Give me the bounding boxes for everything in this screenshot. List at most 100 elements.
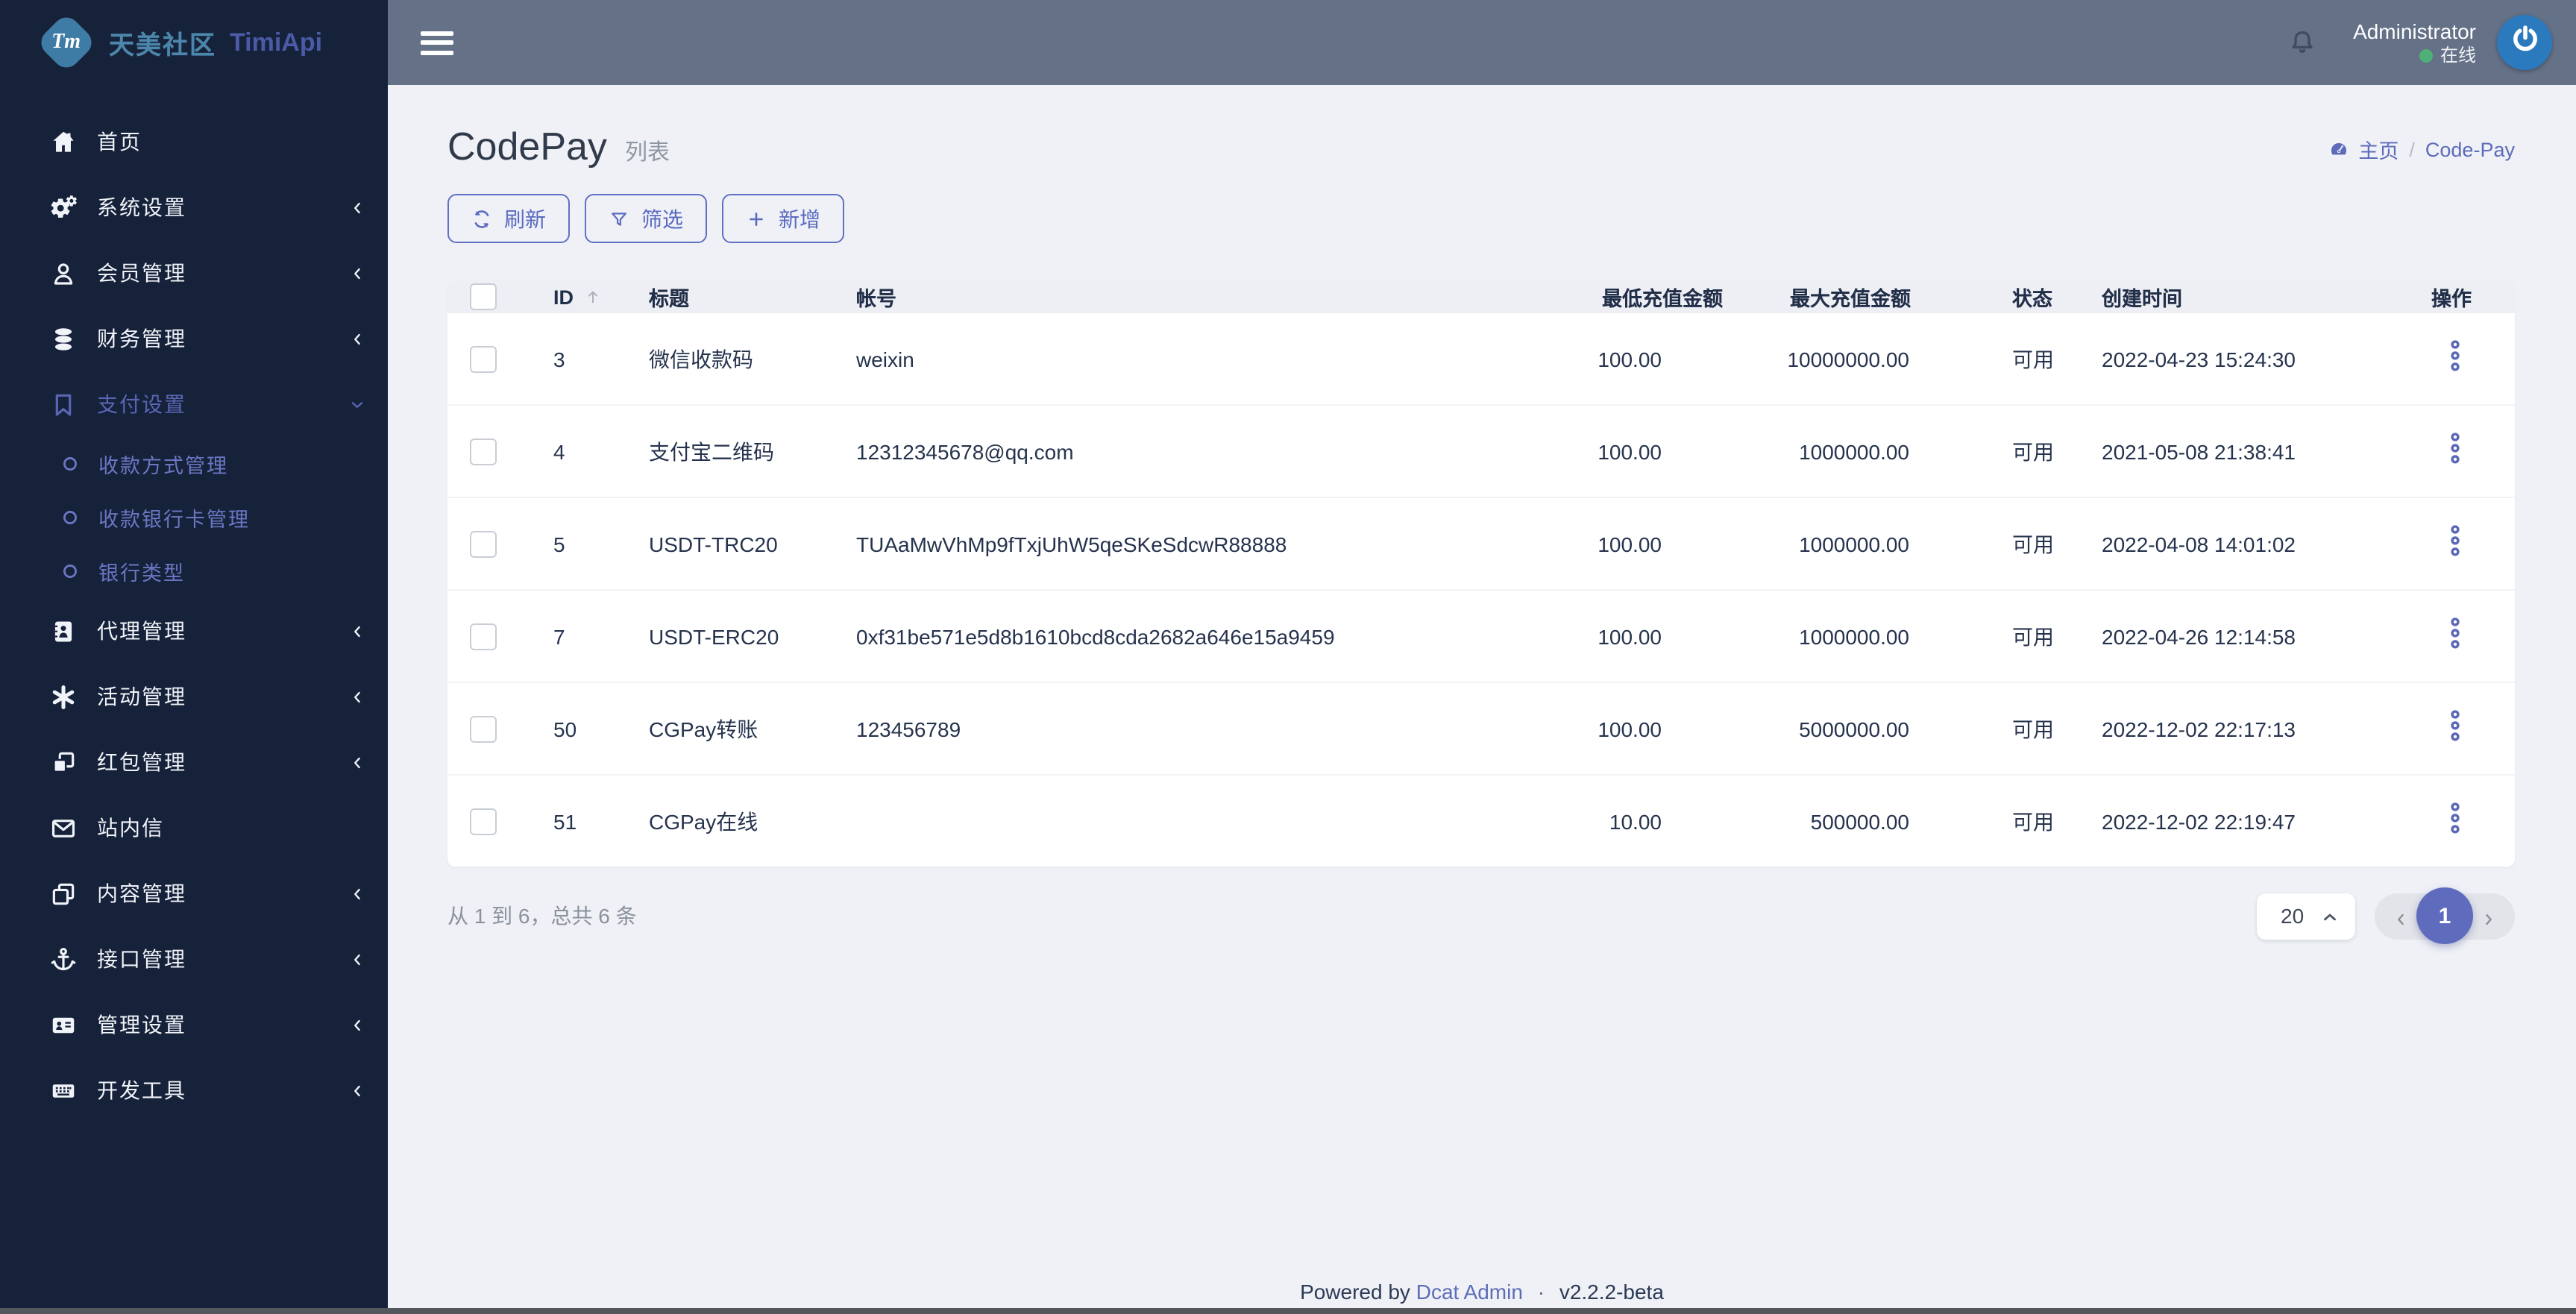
cell-max-amount: 1000000.00 (1754, 404, 2006, 497)
breadcrumb-separator: / (2409, 138, 2415, 160)
row-checkbox-cell (447, 682, 522, 775)
page-title: CodePay (447, 124, 607, 169)
sidebar-item-label: 红包管理 (97, 750, 186, 774)
dot-circle-icon (60, 561, 81, 582)
row-actions-cell (2431, 589, 2515, 682)
next-page-button[interactable] (2481, 908, 2497, 925)
row-actions-button[interactable] (2443, 337, 2467, 376)
data-table-card: ID 标题 帐号 最低充值金额 最大充值金额 状态 创建时间 操作 3 微信收款码 weixin 1… (447, 280, 2515, 867)
home-icon (49, 128, 78, 156)
bookmark-icon (49, 390, 78, 418)
row-actions-button[interactable] (2443, 522, 2467, 561)
column-header: 最低充值金额 (1575, 280, 1754, 313)
row-checkbox[interactable] (470, 345, 497, 373)
user-avatar[interactable] (2497, 15, 2552, 70)
cell-account: 0xf31be571e5d8b1610bcd8cda2682a646e15a94… (829, 589, 1575, 682)
sidebar-item-system-settings[interactable]: 系统设置 (0, 175, 388, 240)
cell-id: 4 (522, 404, 621, 497)
app-logo[interactable]: Tm 天美社区 TimiApi (0, 0, 388, 85)
row-actions-cell (2431, 774, 2515, 867)
filter-button[interactable]: 筛选 (585, 194, 707, 243)
cell-title: USDT-TRC20 (621, 497, 829, 590)
sidebar-subitem-receiving-bank-card-management[interactable]: 收款银行卡管理 (0, 491, 388, 544)
database-icon (49, 324, 78, 353)
table-row: 50 CGPay转账 123456789 100.00 5000000.00 可用 2022… (447, 682, 2515, 775)
chevron-left-icon (349, 330, 365, 347)
cell-max-amount: 500000.00 (1754, 774, 2006, 867)
per-page-selector[interactable]: 20 (2257, 893, 2355, 939)
row-checkbox-cell (447, 774, 522, 867)
power-icon (2508, 22, 2541, 63)
sidebar-subitem-bank-type[interactable]: 银行类型 (0, 544, 388, 598)
sidebar-item-label: 开发工具 (97, 1078, 186, 1102)
breadcrumb-home-link[interactable]: 主页 (2328, 134, 2398, 164)
cell-created-at: 2022-12-02 22:19:47 (2096, 774, 2431, 867)
id-card-icon (49, 1010, 78, 1039)
cell-account (829, 774, 1575, 867)
sidebar-item-home[interactable]: 首页 (0, 109, 388, 175)
chevron-left-icon (349, 1016, 365, 1033)
sidebar-item-payment-settings[interactable]: 支付设置 (0, 371, 388, 437)
cell-status: 可用 (2012, 347, 2054, 371)
chevron-left-icon (349, 951, 365, 967)
footer: Powered by Dcat Admin · v2.2.2-beta (388, 1280, 2576, 1304)
row-actions-button[interactable] (2443, 614, 2467, 653)
cell-min-amount: 100.00 (1575, 497, 1754, 590)
logo-badge-icon: Tm (35, 11, 98, 74)
sidebar-item-finance-management[interactable]: 财务管理 (0, 306, 388, 371)
row-checkbox[interactable] (470, 438, 497, 465)
sort-arrow-up-icon[interactable] (584, 287, 600, 305)
cell-id: 7 (522, 589, 621, 682)
table-body: 3 微信收款码 weixin 100.00 10000000.00 可用 2022-04-2… (447, 313, 2515, 867)
plus-icon (746, 208, 767, 229)
sidebar-item-label: 活动管理 (97, 685, 186, 708)
select-all-checkbox[interactable] (470, 283, 497, 310)
sidebar-subitem-payment-method-management[interactable]: 收款方式管理 (0, 437, 388, 491)
row-actions-button[interactable] (2443, 430, 2467, 468)
sidebar-subitem-label: 收款银行卡管理 (98, 509, 250, 531)
sidebar-item-admin-settings[interactable]: 管理设置 (0, 992, 388, 1057)
column-header: 状态 (2006, 280, 2096, 313)
cell-max-amount: 10000000.00 (1787, 347, 1909, 371)
row-actions-button[interactable] (2443, 707, 2467, 746)
breadcrumb-current[interactable]: Code-Pay (2425, 138, 2515, 160)
row-actions-button[interactable] (2443, 799, 2467, 838)
cell-account: 123456789 (829, 682, 1575, 775)
cell-created-at: 2022-04-26 12:14:58 (2096, 589, 2431, 682)
user-menu[interactable]: Administrator 在线 (2353, 19, 2476, 66)
row-checkbox[interactable] (470, 808, 497, 835)
cogs-icon (49, 193, 78, 221)
sidebar-toggle-button[interactable] (421, 31, 453, 54)
sidebar-item-api-management[interactable]: 接口管理 (0, 926, 388, 992)
sidebar-item-activity-management[interactable]: 活动管理 (0, 664, 388, 729)
cell-min-amount: 10.00 (1575, 774, 1754, 867)
sidebar-item-red-packet-management[interactable]: 红包管理 (0, 729, 388, 795)
current-page-button[interactable]: 1 (2416, 887, 2473, 944)
sidebar-item-member-management[interactable]: 会员管理 (0, 240, 388, 306)
app-window: Tm 天美社区 TimiApi 首页 系统设置会员管理财务管理 支付设置 收款方式管理… (0, 0, 2576, 1314)
chevron-down-icon (349, 396, 365, 412)
refresh-button[interactable]: 刷新 (447, 194, 570, 243)
cell-max-amount: 1000000.00 (1754, 589, 2006, 682)
sidebar-item-label: 会员管理 (97, 261, 186, 285)
row-checkbox[interactable] (470, 623, 497, 650)
footer-dcat-admin-link[interactable]: Dcat Admin (1416, 1280, 1523, 1304)
page-content: CodePay 列表 主页 / Code-Pay 刷新 筛选 新增 ID 标题 … (388, 85, 2576, 1314)
sidebar-item-label: 内容管理 (97, 881, 186, 905)
table-row: 4 支付宝二维码 12312345678@qq.com 100.00 1000000.0… (447, 404, 2515, 497)
sidebar-item-agent-management[interactable]: 代理管理 (0, 598, 388, 664)
sidebar-item-site-message[interactable]: 站内信 (0, 795, 388, 861)
row-checkbox[interactable] (470, 715, 497, 743)
cell-id: 50 (522, 682, 621, 775)
cell-title: 支付宝二维码 (621, 404, 829, 497)
previous-page-button[interactable] (2393, 908, 2409, 925)
create-button[interactable]: 新增 (722, 194, 844, 243)
address-book-icon (49, 617, 78, 645)
row-checkbox[interactable] (470, 530, 497, 558)
sidebar-item-dev-tools[interactable]: 开发工具 (0, 1057, 388, 1123)
sidebar-item-content-management[interactable]: 内容管理 (0, 861, 388, 926)
page-head: CodePay 列表 主页 / Code-Pay (447, 124, 2515, 170)
notifications-bell-icon[interactable] (2286, 27, 2317, 58)
chevron-left-icon (349, 885, 365, 902)
cell-id: 5 (522, 497, 621, 590)
